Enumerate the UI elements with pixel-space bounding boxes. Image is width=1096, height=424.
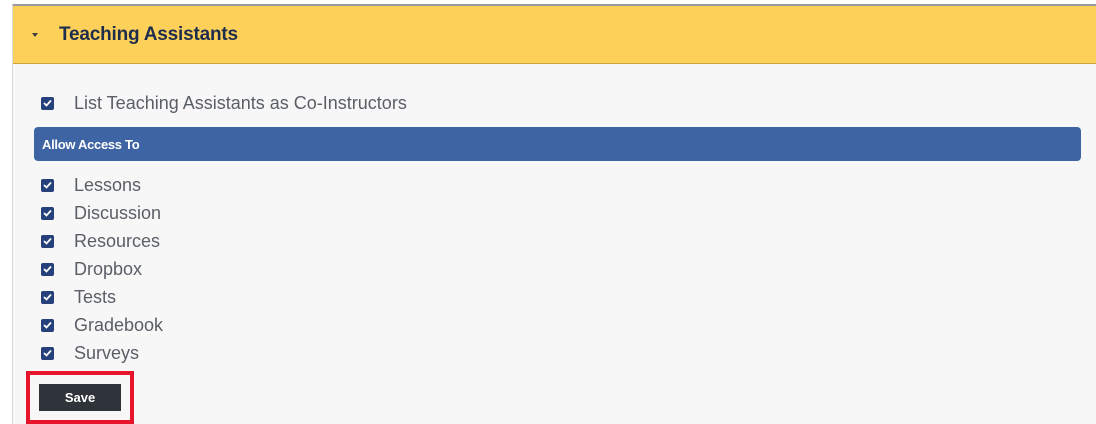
access-item-gradebook[interactable]: Gradebook (41, 313, 163, 337)
access-item-dropbox[interactable]: Dropbox (41, 257, 142, 281)
checkmark-icon (43, 181, 52, 189)
panel-header-toggle[interactable]: Teaching Assistants (13, 4, 1096, 64)
lessons-checkbox[interactable] (41, 178, 54, 192)
co-instructors-option[interactable]: List Teaching Assistants as Co-Instructo… (41, 91, 407, 115)
allow-access-header: Allow Access To (34, 127, 1081, 161)
checkmark-icon (43, 237, 52, 245)
checkmark-icon (43, 99, 52, 107)
gradebook-checkbox[interactable] (41, 318, 54, 332)
discussion-checkbox[interactable] (41, 206, 54, 220)
checkmark-icon (43, 321, 52, 329)
access-item-lessons[interactable]: Lessons (41, 173, 141, 197)
save-button[interactable]: Save (39, 384, 121, 411)
teaching-assistants-panel: Teaching Assistants List Teaching Assist… (12, 4, 1096, 424)
allow-access-title: Allow Access To (42, 136, 140, 152)
save-highlight-outline: Save (26, 371, 134, 424)
checkmark-icon (43, 265, 52, 273)
tests-label: Tests (74, 286, 117, 307)
caret-down-icon[interactable] (32, 32, 38, 37)
dropbox-label: Dropbox (74, 258, 143, 279)
surveys-label: Surveys (74, 342, 140, 363)
checkmark-icon (43, 293, 52, 301)
co-instructors-checkbox[interactable] (41, 96, 54, 110)
tests-checkbox[interactable] (41, 290, 54, 304)
resources-checkbox[interactable] (41, 234, 54, 248)
access-item-discussion[interactable]: Discussion (41, 201, 161, 225)
checkmark-icon (43, 349, 52, 357)
panel-title: Teaching Assistants (59, 23, 238, 45)
resources-label: Resources (74, 230, 161, 251)
dropbox-checkbox[interactable] (41, 262, 54, 276)
checkmark-icon (43, 209, 52, 217)
lessons-label: Lessons (74, 174, 142, 195)
gradebook-label: Gradebook (74, 314, 164, 335)
access-item-surveys[interactable]: Surveys (41, 341, 139, 365)
access-item-resources[interactable]: Resources (41, 229, 160, 253)
access-item-tests[interactable]: Tests (41, 285, 116, 309)
surveys-checkbox[interactable] (41, 346, 54, 360)
co-instructors-label: List Teaching Assistants as Co-Instructo… (74, 92, 407, 113)
discussion-label: Discussion (74, 202, 162, 223)
